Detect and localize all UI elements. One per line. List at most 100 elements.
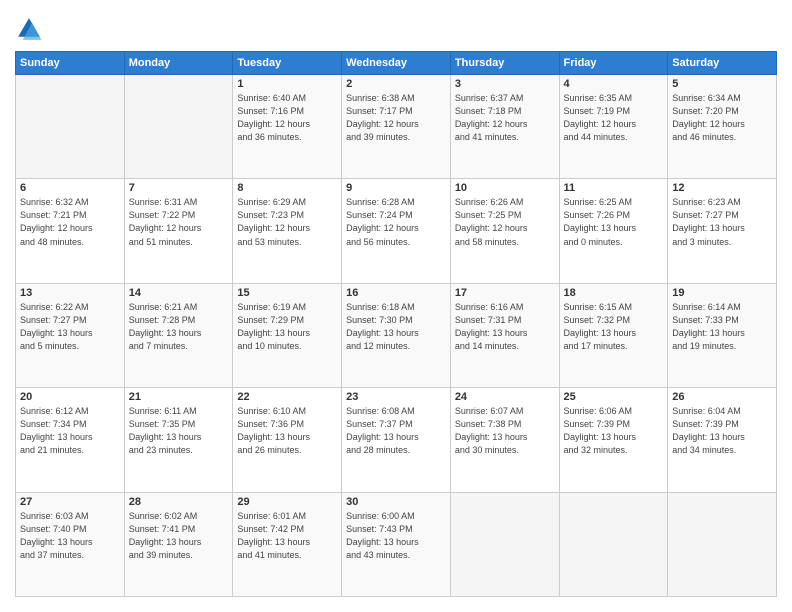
day-number: 7 (129, 182, 229, 194)
day-number: 29 (237, 496, 337, 508)
day-number: 22 (237, 391, 337, 403)
logo (15, 15, 47, 43)
calendar-body: 1 Sunrise: 6:40 AM Sunset: 7:16 PM Daylig… (16, 75, 777, 597)
calendar-cell: 24 Sunrise: 6:07 AM Sunset: 7:38 PM Dayli… (450, 388, 559, 492)
day-info: Sunrise: 6:38 AM Sunset: 7:17 PM Dayligh… (346, 92, 446, 144)
calendar-cell: 11 Sunrise: 6:25 AM Sunset: 7:26 PM Dayli… (559, 179, 668, 283)
calendar-cell: 8Sunrise: 6:29 AM Sunset: 7:23 PM Daylig… (233, 179, 342, 283)
calendar-cell: 23Sunrise: 6:08 AM Sunset: 7:37 PM Dayli… (342, 388, 451, 492)
calendar-cell: 12Sunrise: 6:23 AM Sunset: 7:27 PM Dayli… (668, 179, 777, 283)
weekday-header-saturday: Saturday (668, 52, 777, 75)
calendar-header: SundayMondayTuesdayWednesdayThursdayFrid… (16, 52, 777, 75)
day-info: Sunrise: 6:25 AM Sunset: 7:26 PM Dayligh… (564, 196, 664, 248)
day-info: Sunrise: 6:00 AM Sunset: 7:43 PM Dayligh… (346, 510, 446, 562)
day-info: Sunrise: 6:40 AM Sunset: 7:16 PM Dayligh… (237, 92, 337, 144)
day-number: 26 (672, 391, 772, 403)
day-info: Sunrise: 6:03 AM Sunset: 7:40 PM Dayligh… (20, 510, 120, 562)
day-info: Sunrise: 6:15 AM Sunset: 7:32 PM Dayligh… (564, 301, 664, 353)
day-number: 8 (237, 182, 337, 194)
day-number: 1 (237, 78, 337, 90)
day-info: Sunrise: 6:11 AM Sunset: 7:35 PM Dayligh… (129, 405, 229, 457)
day-info: Sunrise: 6:01 AM Sunset: 7:42 PM Dayligh… (237, 510, 337, 562)
day-number: 20 (20, 391, 120, 403)
day-info: Sunrise: 6:35 AM Sunset: 7:19 PM Dayligh… (564, 92, 664, 144)
day-number: 25 (564, 391, 664, 403)
day-info: Sunrise: 6:10 AM Sunset: 7:36 PM Dayligh… (237, 405, 337, 457)
calendar-cell: 14 Sunrise: 6:21 AM Sunset: 7:28 PM Dayli… (124, 283, 233, 387)
day-info: Sunrise: 6:32 AM Sunset: 7:21 PM Dayligh… (20, 196, 120, 248)
day-number: 21 (129, 391, 229, 403)
calendar-cell: 27Sunrise: 6:03 AM Sunset: 7:40 PM Dayli… (16, 492, 125, 596)
day-number: 30 (346, 496, 446, 508)
day-number: 13 (20, 287, 120, 299)
weekday-header-wednesday: Wednesday (342, 52, 451, 75)
calendar-cell: 5 Sunrise: 6:34 AM Sunset: 7:20 PM Daylig… (668, 75, 777, 179)
calendar-week-0: 1 Sunrise: 6:40 AM Sunset: 7:16 PM Daylig… (16, 75, 777, 179)
day-number: 28 (129, 496, 229, 508)
calendar-cell: 16Sunrise: 6:18 AM Sunset: 7:30 PM Dayli… (342, 283, 451, 387)
calendar-cell: 26 Sunrise: 6:04 AM Sunset: 7:39 PM Dayli… (668, 388, 777, 492)
calendar-week-3: 20 Sunrise: 6:12 AM Sunset: 7:34 PM Dayli… (16, 388, 777, 492)
day-info: Sunrise: 6:31 AM Sunset: 7:22 PM Dayligh… (129, 196, 229, 248)
logo-icon (15, 15, 43, 43)
calendar-cell (16, 75, 125, 179)
day-number: 15 (237, 287, 337, 299)
day-info: Sunrise: 6:23 AM Sunset: 7:27 PM Dayligh… (672, 196, 772, 248)
weekday-row: SundayMondayTuesdayWednesdayThursdayFrid… (16, 52, 777, 75)
calendar-cell: 28 Sunrise: 6:02 AM Sunset: 7:41 PM Dayli… (124, 492, 233, 596)
day-info: Sunrise: 6:16 AM Sunset: 7:31 PM Dayligh… (455, 301, 555, 353)
calendar-cell: 25Sunrise: 6:06 AM Sunset: 7:39 PM Dayli… (559, 388, 668, 492)
calendar-cell: 29 Sunrise: 6:01 AM Sunset: 7:42 PM Dayli… (233, 492, 342, 596)
weekday-header-monday: Monday (124, 52, 233, 75)
calendar-cell: 2Sunrise: 6:38 AM Sunset: 7:17 PM Daylig… (342, 75, 451, 179)
header (15, 15, 777, 43)
calendar: SundayMondayTuesdayWednesdayThursdayFrid… (15, 51, 777, 597)
weekday-header-friday: Friday (559, 52, 668, 75)
day-info: Sunrise: 6:12 AM Sunset: 7:34 PM Dayligh… (20, 405, 120, 457)
calendar-cell: 1 Sunrise: 6:40 AM Sunset: 7:16 PM Daylig… (233, 75, 342, 179)
day-number: 18 (564, 287, 664, 299)
calendar-cell: 30 Sunrise: 6:00 AM Sunset: 7:43 PM Dayli… (342, 492, 451, 596)
calendar-cell: 15 Sunrise: 6:19 AM Sunset: 7:29 PM Dayli… (233, 283, 342, 387)
calendar-cell: 17 Sunrise: 6:16 AM Sunset: 7:31 PM Dayli… (450, 283, 559, 387)
day-info: Sunrise: 6:14 AM Sunset: 7:33 PM Dayligh… (672, 301, 772, 353)
day-number: 24 (455, 391, 555, 403)
calendar-cell (559, 492, 668, 596)
calendar-cell: 13 Sunrise: 6:22 AM Sunset: 7:27 PM Dayli… (16, 283, 125, 387)
day-info: Sunrise: 6:34 AM Sunset: 7:20 PM Dayligh… (672, 92, 772, 144)
day-info: Sunrise: 6:19 AM Sunset: 7:29 PM Dayligh… (237, 301, 337, 353)
day-number: 14 (129, 287, 229, 299)
day-number: 4 (564, 78, 664, 90)
day-info: Sunrise: 6:26 AM Sunset: 7:25 PM Dayligh… (455, 196, 555, 248)
day-number: 17 (455, 287, 555, 299)
day-info: Sunrise: 6:02 AM Sunset: 7:41 PM Dayligh… (129, 510, 229, 562)
day-info: Sunrise: 6:07 AM Sunset: 7:38 PM Dayligh… (455, 405, 555, 457)
calendar-cell: 21 Sunrise: 6:11 AM Sunset: 7:35 PM Dayli… (124, 388, 233, 492)
day-number: 23 (346, 391, 446, 403)
day-number: 9 (346, 182, 446, 194)
calendar-week-1: 6 Sunrise: 6:32 AM Sunset: 7:21 PM Daylig… (16, 179, 777, 283)
calendar-cell: 18 Sunrise: 6:15 AM Sunset: 7:32 PM Dayli… (559, 283, 668, 387)
calendar-cell: 9Sunrise: 6:28 AM Sunset: 7:24 PM Daylig… (342, 179, 451, 283)
day-number: 6 (20, 182, 120, 194)
calendar-week-4: 27Sunrise: 6:03 AM Sunset: 7:40 PM Dayli… (16, 492, 777, 596)
day-number: 10 (455, 182, 555, 194)
day-number: 19 (672, 287, 772, 299)
page: SundayMondayTuesdayWednesdayThursdayFrid… (0, 0, 792, 612)
calendar-cell: 10 Sunrise: 6:26 AM Sunset: 7:25 PM Dayli… (450, 179, 559, 283)
calendar-cell: 4 Sunrise: 6:35 AM Sunset: 7:19 PM Daylig… (559, 75, 668, 179)
weekday-header-sunday: Sunday (16, 52, 125, 75)
calendar-cell: 6 Sunrise: 6:32 AM Sunset: 7:21 PM Daylig… (16, 179, 125, 283)
day-number: 11 (564, 182, 664, 194)
day-info: Sunrise: 6:04 AM Sunset: 7:39 PM Dayligh… (672, 405, 772, 457)
calendar-cell (450, 492, 559, 596)
calendar-cell (668, 492, 777, 596)
day-number: 16 (346, 287, 446, 299)
day-number: 5 (672, 78, 772, 90)
calendar-cell (124, 75, 233, 179)
weekday-header-thursday: Thursday (450, 52, 559, 75)
weekday-header-tuesday: Tuesday (233, 52, 342, 75)
calendar-cell: 7 Sunrise: 6:31 AM Sunset: 7:22 PM Daylig… (124, 179, 233, 283)
day-info: Sunrise: 6:21 AM Sunset: 7:28 PM Dayligh… (129, 301, 229, 353)
day-info: Sunrise: 6:22 AM Sunset: 7:27 PM Dayligh… (20, 301, 120, 353)
